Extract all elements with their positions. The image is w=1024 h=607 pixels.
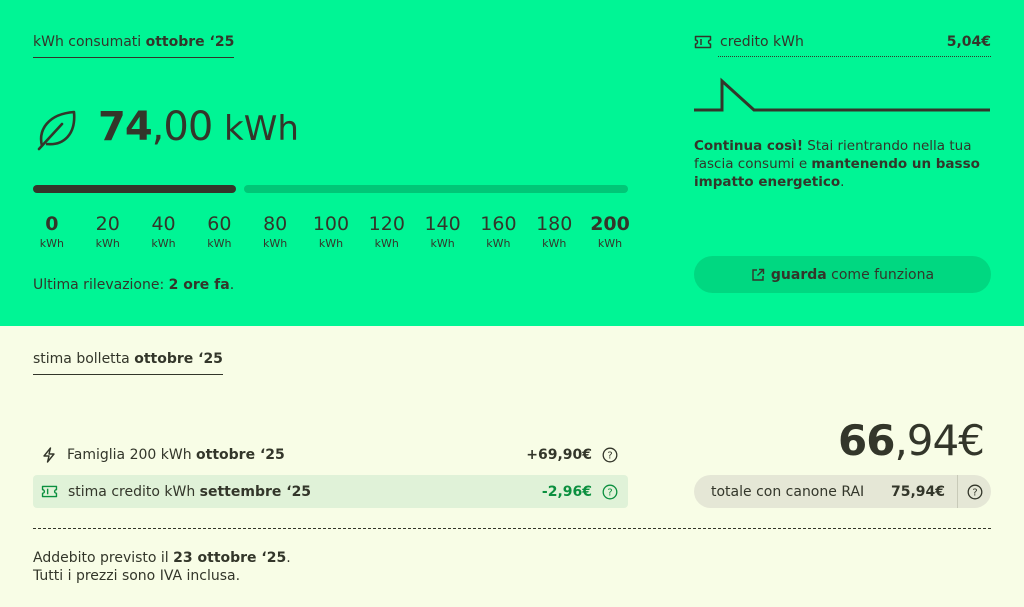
consumption-value-int: 74 <box>98 104 153 150</box>
help-icon[interactable]: ? <box>602 484 618 500</box>
estimate-title-period: ottobre ‘25 <box>134 351 223 367</box>
svg-text:?: ? <box>607 487 612 498</box>
scale-tick: 0 kWh <box>24 213 80 250</box>
how-it-works-bold: guarda <box>770 266 827 283</box>
scale-tick-value: 100 <box>312 213 350 235</box>
consumption-title-period: ottobre ‘25 <box>145 34 235 50</box>
last-reading: Ultima rilevazione: 2 ore fa. <box>33 277 234 293</box>
scale-tick-unit: kWh <box>263 237 288 250</box>
estimate-row-family-text: Famiglia 200 kWh ottobre ‘25 <box>67 447 526 463</box>
estimate-row-credit: stima credito kWh settembre ‘25 -2,96€ ? <box>33 475 628 508</box>
scale-tick-unit: kWh <box>542 237 567 250</box>
estimate-row-family-label: Famiglia 200 kWh <box>67 446 192 463</box>
ticket-icon <box>41 485 58 498</box>
estimate-row-family-period: ottobre ‘25 <box>196 446 285 463</box>
consumption-value-dec: ,00 <box>151 104 214 150</box>
estimate-total: 66,94€ <box>838 416 985 465</box>
last-reading-label: Ultima rilevazione: <box>33 277 169 293</box>
scale-tick-value: 120 <box>368 213 405 235</box>
scale-tick: 160 kWh <box>471 213 527 250</box>
credit-value: 5,04€ <box>946 34 991 50</box>
estimate-footer: Addebito previsto il 23 ottobre ‘25. Tut… <box>33 549 291 585</box>
scale-tick: 20 kWh <box>80 213 136 250</box>
scale-tick-unit: kWh <box>486 237 511 250</box>
scale-tick-value: 180 <box>536 213 573 235</box>
estimate-title-label: stima bolletta <box>33 351 130 367</box>
scale-tick-unit: kWh <box>95 237 120 250</box>
rai-total-label: totale con canone RAI <box>711 483 865 500</box>
vat-note: Tutti i prezzi sono IVA inclusa. <box>33 568 241 584</box>
external-link-icon <box>752 268 765 281</box>
scale-tick-unit: kWh <box>151 237 176 250</box>
scale-tick-value: 40 <box>151 213 176 235</box>
consumption-progress-used <box>33 185 236 193</box>
charge-date-suffix: . <box>286 550 291 566</box>
scale-tick-value: 20 <box>95 213 120 235</box>
scale-tick-value: 160 <box>480 213 517 235</box>
consumption-progress-remaining <box>244 185 628 193</box>
scale-tick-unit: kWh <box>39 237 65 250</box>
how-it-works-text: come funziona <box>826 266 935 283</box>
credit-graph <box>694 77 990 112</box>
estimate-row-family: Famiglia 200 kWh ottobre ‘25 +69,90€ ? <box>33 438 628 471</box>
scale-tick: 60 kWh <box>191 213 247 250</box>
consumption-title-label: kWh consumati <box>33 34 142 50</box>
scale-tick: 100 kWh <box>303 213 359 250</box>
charge-date-line: Addebito previsto il 23 ottobre ‘25. <box>33 549 291 567</box>
consumption-title: kWh consumati ottobre ‘25 <box>33 34 235 58</box>
svg-text:?: ? <box>972 487 977 498</box>
consumption-scale: 0 kWh 20 kWh 40 kWh 60 kWh 80 kWh 100 kWh 120 kWh 140 k… <box>24 213 638 250</box>
scale-tick: 40 kWh <box>136 213 192 250</box>
estimate-total-dec: ,94€ <box>894 416 985 465</box>
consumption-panel: kWh consumati ottobre ‘25 74,00 kWh 0 kWh… <box>0 0 1024 326</box>
credit-message-bold1: Continua così! <box>694 138 804 154</box>
help-icon: ? <box>967 484 982 499</box>
scale-tick: 180 kWh <box>526 213 582 250</box>
scale-tick: 140 kWh <box>415 213 471 250</box>
leaf-icon <box>37 110 76 151</box>
scale-tick: 200 kWh <box>582 213 638 250</box>
rai-help-button[interactable]: ? <box>958 484 991 500</box>
credit-label: credito kWh <box>720 34 804 50</box>
how-it-works-button[interactable]: guarda come funziona <box>694 256 991 293</box>
ticket-icon <box>694 35 712 49</box>
credit-row: credito kWh 5,04€ <box>694 34 991 50</box>
scale-tick-unit: kWh <box>374 237 399 250</box>
charge-date-prefix: Addebito previsto il <box>33 550 174 566</box>
estimate-total-int: 66 <box>838 416 895 465</box>
rai-total-value: 75,94€ <box>890 483 945 500</box>
scale-tick-value: 200 <box>590 213 630 235</box>
estimate-row-family-amount: +69,90€ <box>526 446 592 463</box>
estimate-divider <box>33 528 991 529</box>
estimate-row-credit-text: stima credito kWh settembre ‘25 <box>68 484 542 500</box>
scale-tick-unit: kWh <box>318 237 344 250</box>
credit-message-text2: . <box>840 174 845 190</box>
scale-tick-value: 0 <box>45 213 59 235</box>
scale-tick-value: 140 <box>424 213 461 235</box>
charge-date-value: 23 ottobre ‘25 <box>173 550 287 566</box>
credit-divider <box>718 56 991 57</box>
scale-tick-value: 80 <box>263 213 288 235</box>
svg-text:?: ? <box>607 450 612 461</box>
credit-message: Continua così! Stai rientrando nella tua… <box>694 137 990 191</box>
scale-tick-value: 60 <box>207 213 232 235</box>
estimate-row-credit-amount: -2,96€ <box>541 483 592 500</box>
consumption-value: 74,00 kWh <box>98 104 299 150</box>
scale-tick-unit: kWh <box>597 237 623 250</box>
rai-total-pill: totale con canone RAI 75,94€ ? <box>694 475 991 508</box>
last-reading-value: 2 ore fa <box>168 277 230 293</box>
help-icon[interactable]: ? <box>602 447 618 463</box>
scale-tick: 80 kWh <box>247 213 303 250</box>
estimate-row-credit-label: stima credito kWh <box>68 483 196 500</box>
scale-tick-unit: kWh <box>207 237 232 250</box>
estimate-title: stima bolletta ottobre ‘25 <box>33 351 223 375</box>
consumption-unit: kWh <box>224 109 299 149</box>
lightning-icon <box>43 446 55 463</box>
estimate-row-credit-period: settembre ‘25 <box>199 483 312 500</box>
last-reading-suffix: . <box>229 277 235 293</box>
scale-tick-unit: kWh <box>430 237 455 250</box>
scale-tick: 120 kWh <box>359 213 415 250</box>
